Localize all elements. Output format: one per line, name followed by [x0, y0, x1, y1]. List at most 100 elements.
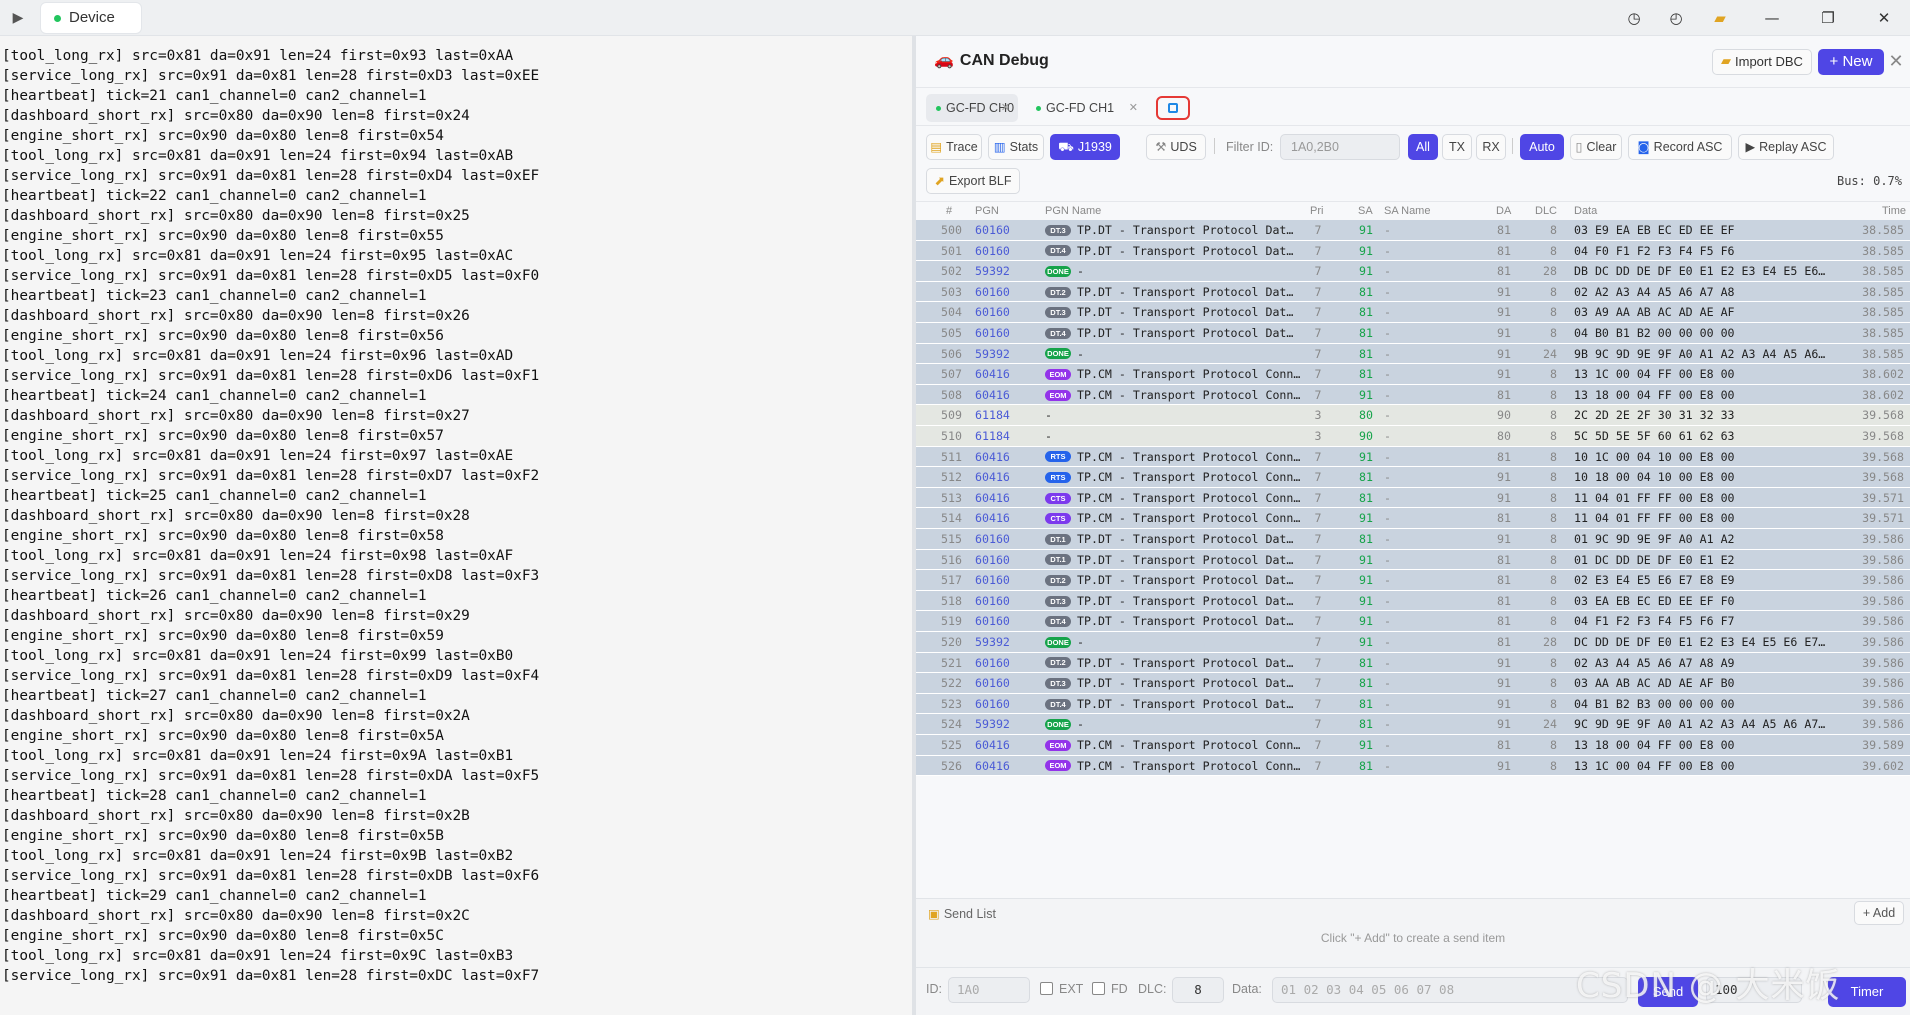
replay-asc-button[interactable]: ▶ Replay ASC: [1738, 134, 1834, 160]
table-row[interactable]: 504 60160 TP.DT - Transport Protocol Dat… 7…: [916, 302, 1910, 323]
folder-icon[interactable]: ▰: [1707, 6, 1733, 30]
row-pgn-name: TP.DT - Transport Protocol Dat…: [1077, 676, 1294, 691]
terminal-line: [service_long_rx] src=0x91 da=0x81 len=2…: [2, 668, 540, 684]
clear-button[interactable]: ▯ Clear: [1570, 134, 1622, 160]
row-status-badge: DT.3: [1045, 307, 1071, 319]
table-row[interactable]: 523 60160 TP.DT - Transport Protocol Dat… 7…: [916, 693, 1910, 715]
ext-checkbox[interactable]: [1040, 982, 1053, 995]
table-row[interactable]: 525 60416 TP.CM - Transport Protocol Conn……: [916, 735, 1910, 756]
close-tab-icon[interactable]: ✕: [1001, 94, 1010, 122]
filter-all-button[interactable]: All: [1408, 134, 1438, 160]
row-priority: 3: [1314, 408, 1322, 423]
table-row[interactable]: 500 60160 TP.DT - Transport Protocol Dat… 7…: [916, 220, 1910, 241]
auto-scroll-button[interactable]: Auto: [1520, 134, 1564, 160]
j1939-button[interactable]: ⛟ J1939: [1050, 134, 1120, 160]
row-pgn-name: TP.DT - Transport Protocol Dat…: [1077, 243, 1294, 258]
row-sa-name: -: [1384, 593, 1391, 608]
row-pgn: 60160: [975, 552, 1010, 567]
row-status-badge: DONE: [1045, 636, 1071, 648]
record-icon: ◙: [1637, 139, 1650, 154]
filter-id-input[interactable]: 1A0,2B0: [1280, 134, 1400, 160]
tab-channel-ch1[interactable]: GC-FD CH1 ✕: [1026, 94, 1146, 122]
row-status-badge: RTS: [1045, 471, 1071, 483]
import-dbc-button[interactable]: ▰ Import DBC: [1712, 49, 1812, 75]
row-time: 39.586: [1862, 532, 1904, 546]
row-status-badge: EOM: [1045, 760, 1071, 772]
add-channel-button[interactable]: [1156, 96, 1190, 120]
row-data: 11 04 01 FF FF 00 E8 00: [1574, 511, 1735, 526]
row-dlc: 8: [1550, 326, 1557, 340]
table-row[interactable]: 519 60160 TP.DT - Transport Protocol Dat… 7…: [916, 611, 1910, 632]
table-row[interactable]: 516 60160 TP.DT - Transport Protocol Dat… 7…: [916, 549, 1910, 571]
send-list-hint: Click "+ Add" to create a send item: [1320, 931, 1506, 945]
row-priority: 7: [1314, 470, 1322, 485]
export-blf-button[interactable]: ⬈ Export BLF: [926, 168, 1020, 194]
table-row[interactable]: 511 60416 TP.CM - Transport Protocol Conn……: [916, 446, 1910, 468]
row-time: 39.602: [1862, 758, 1904, 773]
table-row[interactable]: 522 60160 TP.DT - Transport Protocol Dat… 7…: [916, 673, 1910, 694]
table-row[interactable]: 513 60416 TP.CM - Transport Protocol Conn……: [916, 487, 1910, 509]
send-id-input[interactable]: 1A0: [948, 977, 1030, 1003]
row-destination-address: 90: [1497, 408, 1511, 423]
maximize-icon[interactable]: ❐: [1815, 6, 1841, 30]
table-row[interactable]: 501 60160 TP.DT - Transport Protocol Dat… 7…: [916, 240, 1910, 262]
fd-checkbox[interactable]: [1092, 982, 1105, 995]
row-pgn-name: -: [1077, 264, 1084, 279]
trace-button[interactable]: ▤ Trace: [926, 134, 982, 160]
table-row[interactable]: 514 60416 TP.CM - Transport Protocol Conn……: [916, 508, 1910, 529]
tab-channel-ch0[interactable]: GC-FD CH0 ✕: [926, 94, 1018, 122]
toolbar: ▤ Trace ▥ Stats ⛟ J1939 ⚒ UDS Filter ID: 1A0…: [916, 126, 1910, 202]
row-dlc: 8: [1550, 387, 1557, 402]
send-data-input[interactable]: 01 02 03 04 05 06 07 08: [1272, 977, 1628, 1003]
clock-icon[interactable]: ◴: [1663, 6, 1689, 30]
record-asc-button[interactable]: ◙ Record ASC: [1628, 134, 1732, 160]
close-icon[interactable]: ✕: [1871, 6, 1897, 30]
filter-rx-button[interactable]: RX: [1476, 134, 1506, 160]
minimize-icon[interactable]: —: [1759, 6, 1785, 30]
table-row[interactable]: 503 60160 TP.DT - Transport Protocol Dat… 7…: [916, 281, 1910, 303]
table-row[interactable]: 515 60160 TP.DT - Transport Protocol Dat… 7…: [916, 529, 1910, 550]
table-row[interactable]: 505 60160 TP.DT - Transport Protocol Dat… 7…: [916, 323, 1910, 344]
row-source-address: 91: [1359, 738, 1373, 752]
table-row[interactable]: 521 60160 TP.DT - Transport Protocol Dat… 7…: [916, 652, 1910, 674]
row-pgn: 60160: [975, 573, 1010, 588]
j1939-message-table[interactable]: # PGN PGN Name Pri SA SA Name DA DLC Dat…: [916, 202, 1910, 897]
add-send-item-button[interactable]: + Add: [1854, 901, 1904, 925]
col-header-sa: SA: [1358, 205, 1373, 217]
table-row[interactable]: 509 61184-3 80-90 8 2C 2D 2E 2F 30 31 32 33 3…: [916, 405, 1910, 426]
row-pgn-name: TP.DT - Transport Protocol Dat…: [1077, 696, 1294, 711]
row-status-badge: DT.4: [1045, 245, 1071, 257]
row-pgn: 60416: [975, 511, 1010, 526]
row-priority: 7: [1314, 511, 1322, 526]
table-row[interactable]: 507 60416 TP.CM - Transport Protocol Conn……: [916, 364, 1910, 385]
uds-button[interactable]: ⚒ UDS: [1146, 134, 1206, 160]
table-row[interactable]: 517 60160 TP.DT - Transport Protocol Dat… 7…: [916, 570, 1910, 591]
table-row[interactable]: 512 60416 TP.CM - Transport Protocol Conn……: [916, 467, 1910, 488]
dlc-input[interactable]: 8: [1172, 977, 1224, 1003]
row-sa-name: -: [1384, 738, 1391, 752]
row-sa-name: -: [1384, 635, 1391, 649]
table-row[interactable]: 502 59392-7 91-81 28 DB DC DD DE DF E0 E1 E2…: [916, 261, 1910, 282]
play-icon[interactable]: ▶: [8, 8, 28, 28]
serial-terminal-output[interactable]: [tool_long_rx] src=0x81 da=0x91 len=24 f…: [0, 36, 912, 1015]
table-row[interactable]: 506 59392-7 81-91 24 9B 9C 9D 9E 9F A0 A1 A2…: [916, 343, 1910, 365]
table-row[interactable]: 508 60416 TP.CM - Transport Protocol Conn……: [916, 384, 1910, 406]
row-status-badge: EOM: [1045, 389, 1071, 401]
filter-tx-button[interactable]: TX: [1442, 134, 1472, 160]
table-row[interactable]: 524 59392-7 81-91 24 9C 9D 9E 9F A0 A1 A2 A3…: [916, 714, 1910, 735]
row-index: 523: [941, 696, 962, 711]
close-panel-icon[interactable]: ✕: [1886, 49, 1906, 75]
table-row[interactable]: 510 61184-3 90-80 8 5C 5D 5E 5F 60 61 62 63 3…: [916, 426, 1910, 447]
history-icon[interactable]: ◷: [1621, 6, 1647, 30]
table-row[interactable]: 520 59392-7 91-81 28 DC DD DE DF E0 E1 E2 E3…: [916, 632, 1910, 653]
stats-button[interactable]: ▥ Stats: [988, 134, 1044, 160]
table-row[interactable]: 526 60416 TP.CM - Transport Protocol Conn……: [916, 755, 1910, 777]
new-button[interactable]: + New: [1818, 49, 1884, 75]
terminal-line: [engine_short_rx] src=0x90 da=0x80 len=8…: [2, 928, 444, 944]
device-tab[interactable]: Device: [40, 2, 142, 34]
table-row[interactable]: 518 60160 TP.DT - Transport Protocol Dat… 7…: [916, 590, 1910, 612]
row-source-address: 91: [1359, 387, 1373, 402]
close-tab-icon[interactable]: ✕: [1129, 94, 1138, 122]
terminal-line: [tool_long_rx] src=0x81 da=0x91 len=24 f…: [2, 548, 514, 564]
row-pgn: 60160: [975, 696, 1010, 711]
